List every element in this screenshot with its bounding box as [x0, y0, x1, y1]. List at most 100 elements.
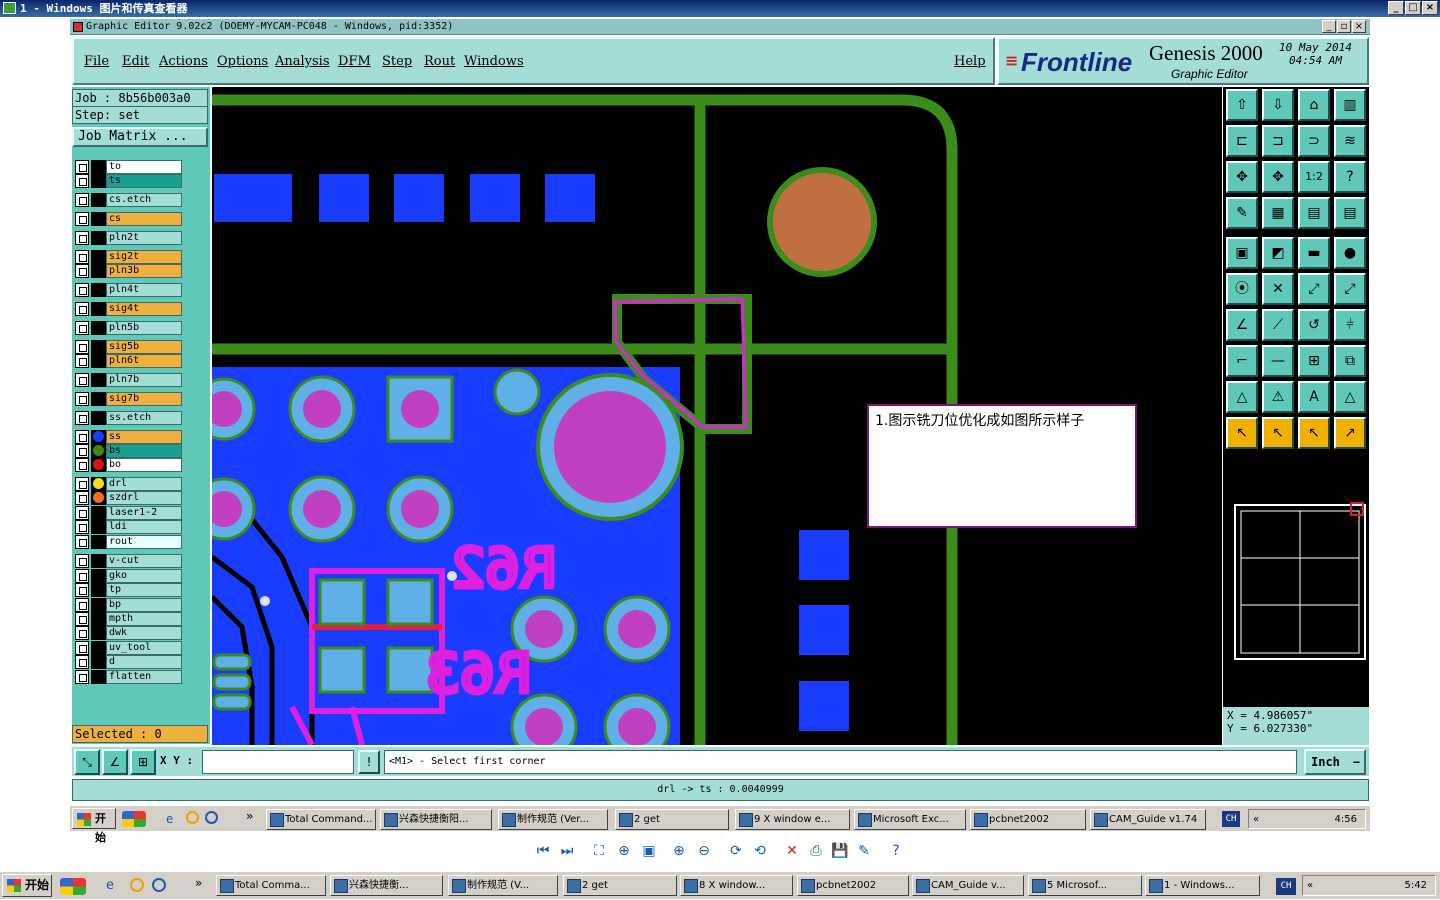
layer-checkbox[interactable]	[75, 193, 89, 207]
pan-right-icon[interactable]: ⊐	[1262, 125, 1294, 157]
more-chevron-icon[interactable]: »	[195, 876, 202, 890]
outer-lang-indicator[interactable]: CH	[1276, 878, 1296, 895]
slideshow-icon[interactable]: ▣	[640, 842, 658, 860]
snap-icon-icon[interactable]: ▣	[1226, 237, 1258, 269]
outer-task-8[interactable]: 1 - Windows...	[1145, 875, 1260, 896]
quicklaunch-2-icon[interactable]	[152, 878, 166, 892]
layer-name[interactable]: d	[106, 655, 182, 669]
layer-name[interactable]: laser1-2	[106, 506, 182, 520]
outer-task-3[interactable]: 2 get	[563, 875, 677, 896]
inner-task-1[interactable]: 兴森快捷衡阳...	[380, 809, 492, 830]
overview-map[interactable]	[1227, 495, 1367, 665]
help-icon[interactable]: ?	[1334, 161, 1366, 193]
layer-row-cs.etch[interactable]: cs.etch	[75, 193, 183, 207]
layer-checkbox[interactable]	[75, 583, 89, 597]
layer-row-ts[interactable]: ts	[75, 174, 183, 188]
layer-name[interactable]: mpth	[106, 612, 182, 626]
inner-lang-indicator[interactable]: CH	[1222, 811, 1240, 827]
layer-name[interactable]: ldi	[106, 520, 182, 534]
angle-tool-icon[interactable]: ∠	[1226, 309, 1258, 341]
menu-edit[interactable]: Edit	[122, 54, 149, 69]
connect-line-icon[interactable]: ⤢	[1298, 273, 1330, 305]
pointer-tool-icon[interactable]: ↖	[1226, 417, 1258, 449]
next-icon[interactable]: ⏭	[558, 842, 576, 860]
select-next-icon[interactable]: ▤	[1334, 197, 1366, 229]
layer-row-v-cut[interactable]: v-cut	[75, 554, 183, 568]
layer-row-uv_tool[interactable]: uv_tool	[75, 641, 183, 655]
zoom-window-button[interactable]: ⤡	[74, 749, 100, 775]
viewer-maximize-button[interactable]: □	[1405, 1, 1421, 15]
pan-left-icon[interactable]: ⊏	[1226, 125, 1258, 157]
move-to-bottom-icon[interactable]: ⇩	[1262, 89, 1294, 121]
ie-icon[interactable]: e	[166, 812, 173, 826]
edit-pad-icon[interactable]: ✎	[1226, 197, 1258, 229]
menu-actions[interactable]: Actions	[159, 54, 208, 69]
layer-row-drl[interactable]: drl	[75, 477, 183, 491]
layer-row-pln6t[interactable]: pln6t	[75, 354, 183, 368]
triangle-tool-icon[interactable]: △	[1226, 381, 1258, 413]
layer-row-pln2t[interactable]: pln2t	[75, 231, 183, 245]
layer-row-dwk[interactable]: dwk	[75, 626, 183, 640]
quicklaunch-2-icon[interactable]	[205, 811, 218, 824]
grid-toggle-icon[interactable]: ▦	[1262, 197, 1294, 229]
menu-windows[interactable]: Windows	[464, 54, 524, 69]
zoom-in-icon[interactable]: ⊕	[670, 842, 688, 860]
layer-row-gko[interactable]: gko	[75, 569, 183, 583]
tray-expand-icon[interactable]: «	[1253, 810, 1259, 829]
layer-row-sig5b[interactable]: sig5b	[75, 340, 183, 354]
layer-row-pln4t[interactable]: pln4t	[75, 283, 183, 297]
layer-checkbox[interactable]	[75, 250, 89, 264]
layer-checkbox[interactable]	[75, 626, 89, 640]
xy-input[interactable]	[202, 750, 354, 774]
more-chevron-icon[interactable]: »	[246, 809, 253, 823]
zoom-out-icon[interactable]: ⊖	[695, 842, 713, 860]
layer-name[interactable]: sig5b	[106, 340, 182, 354]
print-icon[interactable]: ⎙	[807, 842, 825, 860]
layer-checkbox[interactable]	[75, 212, 89, 226]
layer-row-pln7b[interactable]: pln7b	[75, 373, 183, 387]
app-close-button[interactable]: ×	[1352, 20, 1366, 33]
layer-checkbox[interactable]	[75, 231, 89, 245]
prev-icon[interactable]: ⏮	[534, 842, 552, 860]
outer-task-5[interactable]: pcbnet2002	[797, 875, 909, 896]
pointer-select-icon[interactable]: ↖	[1262, 417, 1294, 449]
layer-checkbox[interactable]	[75, 569, 89, 583]
inner-task-2[interactable]: 制作规范 (Ver...	[498, 809, 608, 830]
layer-checkbox[interactable]	[75, 340, 89, 354]
layer-row-pln5b[interactable]: pln5b	[75, 321, 183, 335]
outer-task-7[interactable]: 5 Microsof...	[1028, 875, 1142, 896]
layer-checkbox[interactable]	[75, 321, 89, 335]
zoom-out-icon[interactable]: ✥	[1262, 161, 1294, 193]
layer-checkbox[interactable]	[75, 598, 89, 612]
measure-button[interactable]: ∠	[102, 749, 128, 775]
layer-row-ldi[interactable]: ldi	[75, 520, 183, 534]
shape-tool-icon[interactable]: △	[1334, 381, 1366, 413]
layer-name[interactable]: pln4t	[106, 283, 182, 297]
layer-name[interactable]: rout	[106, 535, 182, 549]
inner-task-0[interactable]: Total Command...	[266, 809, 376, 830]
layer-name[interactable]: pln2t	[106, 231, 182, 245]
layer-name[interactable]: cs	[106, 212, 182, 226]
tray-expand-icon[interactable]: «	[1307, 876, 1313, 895]
ie-icon[interactable]: e	[106, 878, 114, 893]
layer-row-cs[interactable]: cs	[75, 212, 183, 226]
connect-arc-icon[interactable]: ⤢	[1334, 273, 1366, 305]
layer-name[interactable]: bo	[106, 458, 182, 472]
layer-checkbox[interactable]	[75, 477, 89, 491]
layer-checkbox[interactable]	[75, 392, 89, 406]
outer-start-button[interactable]: 开始	[2, 874, 52, 897]
layer-checkbox[interactable]	[75, 264, 89, 278]
actual-size-icon[interactable]: ⊕	[615, 842, 633, 860]
save-icon[interactable]: 💾	[831, 842, 849, 860]
layer-row-pln3b[interactable]: pln3b	[75, 264, 183, 278]
layer-checkbox[interactable]	[75, 670, 89, 684]
app-restore-button[interactable]: ▫	[1337, 20, 1351, 33]
menu-dfm[interactable]: DFM	[338, 54, 371, 69]
layer-name[interactable]: tp	[106, 583, 182, 597]
layer-checkbox[interactable]	[75, 612, 89, 626]
layer-checkbox[interactable]	[75, 444, 89, 458]
menu-rout[interactable]: Rout	[424, 54, 455, 69]
layer-name[interactable]: sig7b	[106, 392, 182, 406]
units-dropdown[interactable]: Inch −	[1304, 749, 1366, 775]
inner-task-7[interactable]: CAM_Guide v1.74	[1090, 809, 1206, 830]
